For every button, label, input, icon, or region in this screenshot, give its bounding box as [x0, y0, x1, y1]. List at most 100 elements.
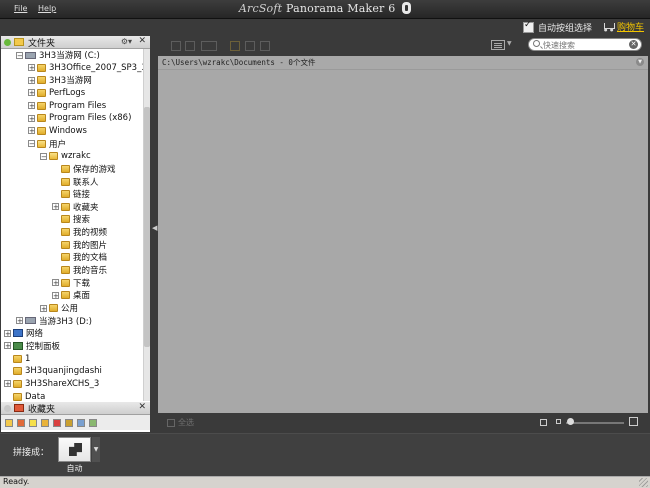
favorites-toggle-icon[interactable] [4, 404, 11, 412]
expand-icon[interactable]: + [4, 329, 11, 337]
zoom-slider[interactable] [566, 422, 624, 424]
add-folder-icon[interactable] [4, 38, 11, 46]
tree-item[interactable]: + 桌面 [52, 289, 90, 301]
tree-item[interactable]: + Windows [28, 125, 87, 137]
tree-item[interactable]: 链接 [52, 188, 90, 200]
collapse-icon[interactable]: − [16, 51, 23, 59]
grid-view-icon[interactable] [540, 419, 547, 426]
tree-item[interactable]: + Program Files [28, 100, 106, 112]
favorite-folder-icon[interactable] [5, 418, 13, 427]
expand-icon[interactable]: + [28, 89, 35, 97]
collapse-icon[interactable]: − [28, 140, 35, 148]
favorites-icon [14, 404, 24, 412]
favorites-panel-header: 收藏夹 ✕ [1, 402, 150, 415]
resize-grip-icon[interactable] [639, 478, 648, 487]
expand-icon[interactable]: + [40, 304, 47, 312]
tree-item[interactable]: 我的文档 [52, 251, 107, 263]
tree-item-label: 桌面 [73, 291, 91, 302]
top-strip: 自动按组选择 购物车 [0, 19, 650, 35]
people-icon[interactable] [77, 418, 85, 427]
expand-icon[interactable]: + [28, 127, 35, 135]
collapse-icon[interactable]: − [40, 152, 47, 160]
zoom-in-icon[interactable] [629, 417, 638, 426]
tree-scrollbar-thumb[interactable] [144, 107, 150, 347]
tree-item[interactable]: − 用户 [28, 138, 66, 150]
grid-icon[interactable] [89, 418, 97, 427]
gear-icon[interactable]: ⚙▾ [121, 37, 132, 46]
tree-item[interactable]: 我的音乐 [52, 264, 107, 276]
tree-item[interactable]: 我的图片 [52, 239, 107, 251]
zoom-slider-thumb[interactable] [567, 418, 574, 425]
star-icon[interactable] [230, 41, 240, 51]
tree-item[interactable]: 3H3quanjingdashi [4, 365, 102, 377]
expand-icon[interactable]: + [52, 279, 59, 287]
rotate-right-icon[interactable] [185, 41, 195, 51]
auto-group-checkbox[interactable] [522, 20, 534, 33]
favorite-red-icon[interactable] [17, 418, 25, 427]
auto-group-option[interactable]: 自动按组选择 [522, 20, 592, 34]
tree-item[interactable]: + 控制面板 [4, 340, 60, 352]
view-mode-icon[interactable] [491, 40, 505, 50]
select-all-checkbox[interactable] [167, 418, 175, 427]
expand-icon[interactable]: + [52, 203, 59, 211]
shopping-cart[interactable]: 购物车 [601, 20, 644, 33]
tree-item[interactable]: − 3H3当游网 (C:) [16, 49, 100, 61]
tree-item[interactable]: + 网络 [4, 327, 43, 339]
tree-item[interactable]: 保存的游戏 [52, 163, 116, 175]
tree-item-label: 公用 [61, 304, 79, 314]
close-icon[interactable]: ✕ [138, 402, 146, 412]
copy-icon[interactable] [245, 41, 255, 51]
chevron-down-icon[interactable]: ▼ [507, 40, 512, 47]
tree-item-label: 1 [25, 353, 31, 364]
folder-icon [61, 228, 70, 237]
expand-icon[interactable]: + [28, 76, 35, 84]
expand-icon[interactable]: + [4, 342, 11, 350]
lock-icon[interactable] [41, 418, 49, 427]
tree-item[interactable]: + 公用 [40, 302, 78, 314]
tree-item[interactable]: 我的视频 [52, 226, 107, 238]
tree-item[interactable]: + 收藏夹 [52, 201, 99, 213]
close-icon[interactable]: ✕ [138, 36, 146, 46]
cart-link[interactable]: 购物车 [617, 20, 644, 33]
delete-icon[interactable] [260, 41, 270, 51]
search-input[interactable] [543, 40, 627, 50]
tree-item[interactable]: 搜索 [52, 213, 90, 225]
tree-scrollbar[interactable] [143, 49, 150, 401]
expand-icon[interactable]: + [4, 380, 11, 388]
folder-icon [37, 76, 46, 85]
tree-item[interactable]: Data [4, 391, 45, 401]
rotate-left-icon[interactable] [171, 41, 181, 51]
search-box[interactable]: ✕ [528, 38, 642, 51]
flag-icon[interactable] [53, 418, 61, 427]
chevron-down-icon[interactable]: ▼ [92, 437, 100, 462]
expand-icon[interactable]: + [28, 64, 35, 72]
tree-item[interactable]: + 下载 [52, 277, 90, 289]
path-menu-icon[interactable]: ▼ [636, 58, 644, 66]
star-icon[interactable] [29, 418, 37, 427]
stitch-bar: 拼接成： ▼ 自动 [0, 433, 650, 476]
expand-icon[interactable]: + [52, 291, 59, 299]
tree-item[interactable]: +3H3Office_2007_SP3_3in [28, 62, 143, 74]
panel-splitter[interactable]: ◀ [151, 36, 158, 432]
collapse-left-icon[interactable]: ◀ [152, 224, 157, 232]
edit-dropdown-icon[interactable] [201, 41, 217, 51]
stitch-mode-button[interactable] [58, 437, 91, 462]
tree-item[interactable]: + Program Files (x86) [28, 112, 131, 124]
tree-item[interactable]: + 当游3H3 (D:) [16, 315, 92, 327]
tree-item[interactable]: +3H3当游网 [28, 74, 92, 86]
expand-icon[interactable]: + [28, 102, 35, 110]
tree-item[interactable]: 1 [4, 353, 30, 365]
select-all[interactable]: 全选 [167, 417, 194, 428]
calendar-icon[interactable] [65, 418, 73, 427]
clear-search-icon[interactable]: ✕ [629, 40, 638, 49]
tree-item[interactable]: +3H3ShareXCHS_3 [4, 378, 99, 390]
tree-item[interactable]: + PerfLogs [28, 87, 85, 99]
zoom-out-icon[interactable] [556, 419, 561, 424]
tree-item[interactable]: − wzrakc [40, 150, 91, 162]
tree-item[interactable]: 联系人 [52, 176, 99, 188]
folders-panel-title: 文件夹 [28, 38, 56, 49]
thumbnail-area[interactable] [158, 70, 648, 413]
path-bar: C:\Users\wzrakc\Documents - 0个文件 ▼ [158, 56, 648, 70]
expand-icon[interactable]: + [16, 317, 23, 325]
expand-icon[interactable]: + [28, 114, 35, 122]
